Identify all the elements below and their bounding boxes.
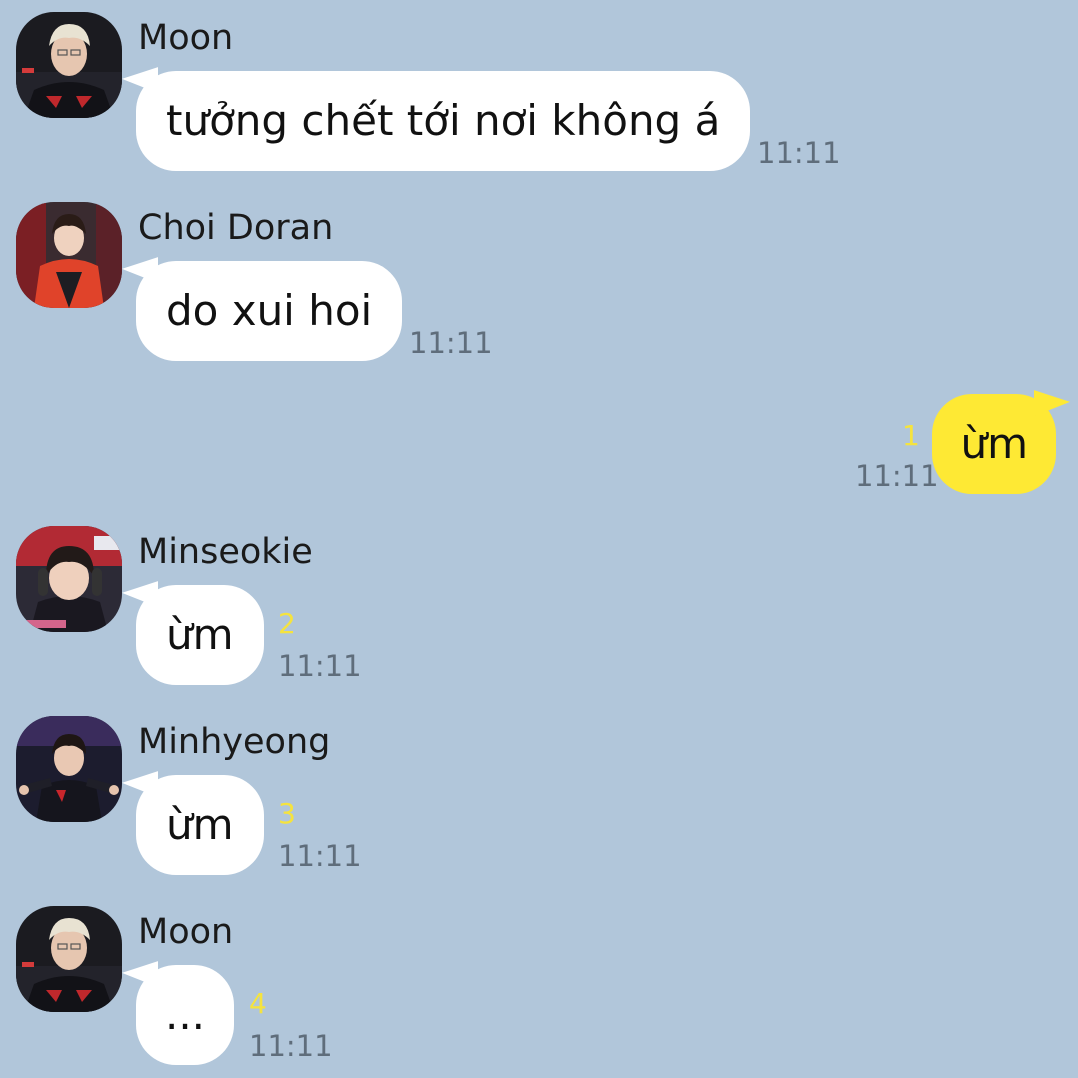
sender-name: Minhyeong — [138, 722, 331, 762]
message-bubble[interactable]: tưởng chết tới nơi không á — [136, 71, 751, 171]
message-time: 11:11 — [409, 326, 493, 360]
message-text: ừm — [960, 419, 1028, 468]
message-text: tưởng chết tới nơi không á — [166, 96, 721, 145]
sender-name: Moon — [138, 912, 234, 952]
message-bubble[interactable]: ... — [136, 965, 234, 1065]
message-text: ừm — [166, 610, 234, 659]
message-text: ừm — [166, 800, 234, 849]
sender-name: Choi Doran — [138, 208, 334, 248]
message-text: ... — [164, 990, 206, 1039]
unread-count: 4 — [249, 987, 267, 1020]
avatar-moon[interactable] — [16, 906, 122, 1012]
message-text: do xui hoi — [166, 286, 373, 335]
message-bubble[interactable]: ừm — [136, 585, 264, 685]
message-bubble[interactable]: ừm — [136, 775, 264, 875]
unread-count: 3 — [278, 797, 296, 830]
message-time: 11:11 — [757, 136, 841, 170]
avatar-moon[interactable] — [16, 12, 122, 118]
unread-count: 1 — [902, 419, 920, 452]
message-bubble[interactable]: do xui hoi — [136, 261, 403, 361]
message-time: 11:11 — [249, 1029, 333, 1063]
sender-name: Minseokie — [138, 532, 313, 572]
message-time: 11:11 — [278, 649, 362, 683]
my-message-bubble[interactable]: ừm — [932, 394, 1056, 494]
avatar-minseokie[interactable] — [16, 526, 122, 632]
sender-name: Moon — [138, 18, 234, 58]
avatar-choi-doran[interactable] — [16, 202, 122, 308]
message-time: 11:11 — [855, 459, 939, 493]
avatar-minhyeong[interactable] — [16, 716, 122, 822]
unread-count: 2 — [278, 607, 296, 640]
message-time: 11:11 — [278, 839, 362, 873]
